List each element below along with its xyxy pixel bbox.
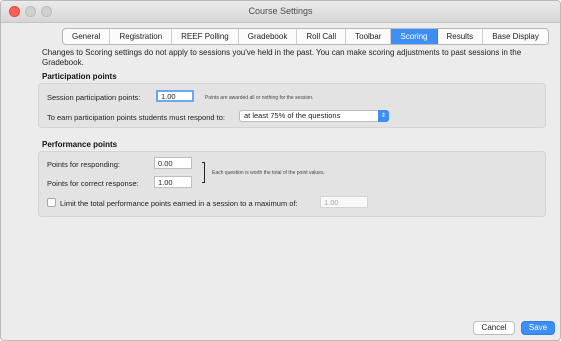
tab-reef-polling[interactable]: REEF Polling (172, 29, 239, 44)
settings-tab-bar: General Registration REEF Polling Gradeb… (62, 28, 549, 45)
course-settings-window: Course Settings General Registration REE… (0, 0, 561, 341)
limit-points-input[interactable] (320, 196, 368, 208)
title-bar: Course Settings (1, 1, 560, 23)
limit-points-checkbox[interactable] (47, 198, 56, 207)
select-arrows-icon: ⇕ (378, 110, 389, 122)
tab-results[interactable]: Results (438, 29, 484, 44)
tab-general[interactable]: General (63, 29, 111, 44)
performance-points-hint: Each question is worth the total of the … (212, 170, 325, 176)
tab-gradebook[interactable]: Gradebook (239, 29, 298, 44)
tab-roll-call[interactable]: Roll Call (297, 29, 347, 44)
tab-base-display[interactable]: Base Display (483, 29, 548, 44)
points-bracket (202, 162, 205, 183)
cancel-button[interactable]: Cancel (473, 321, 515, 335)
earn-points-label: To earn participation points students mu… (47, 113, 226, 122)
save-button[interactable]: Save (521, 321, 555, 335)
correct-points-input[interactable] (154, 176, 192, 188)
earn-points-select[interactable]: at least 75% of the questions ⇕ (239, 110, 389, 122)
tab-toolbar[interactable]: Toolbar (346, 29, 392, 44)
earn-points-selected: at least 75% of the questions (244, 111, 341, 120)
participation-group: Session participation points: Points are… (38, 83, 546, 128)
tab-scoring[interactable]: Scoring (391, 29, 438, 44)
performance-group: Points for responding: Points for correc… (38, 151, 546, 217)
performance-heading: Performance points (42, 140, 118, 149)
session-points-input[interactable] (156, 90, 194, 102)
tab-registration[interactable]: Registration (110, 29, 173, 44)
correct-points-label: Points for correct response: (47, 179, 139, 188)
session-points-hint: Points are awarded all or nothing for th… (205, 95, 314, 101)
responding-points-input[interactable] (154, 157, 192, 169)
responding-points-label: Points for responding: (47, 160, 120, 169)
participation-heading: Participation points (42, 72, 117, 81)
limit-points-label: Limit the total performance points earne… (60, 199, 298, 208)
window-title: Course Settings (248, 6, 313, 16)
scoring-notice: Changes to Scoring settings do not apply… (42, 48, 522, 67)
session-points-label: Session participation points: (47, 93, 141, 102)
